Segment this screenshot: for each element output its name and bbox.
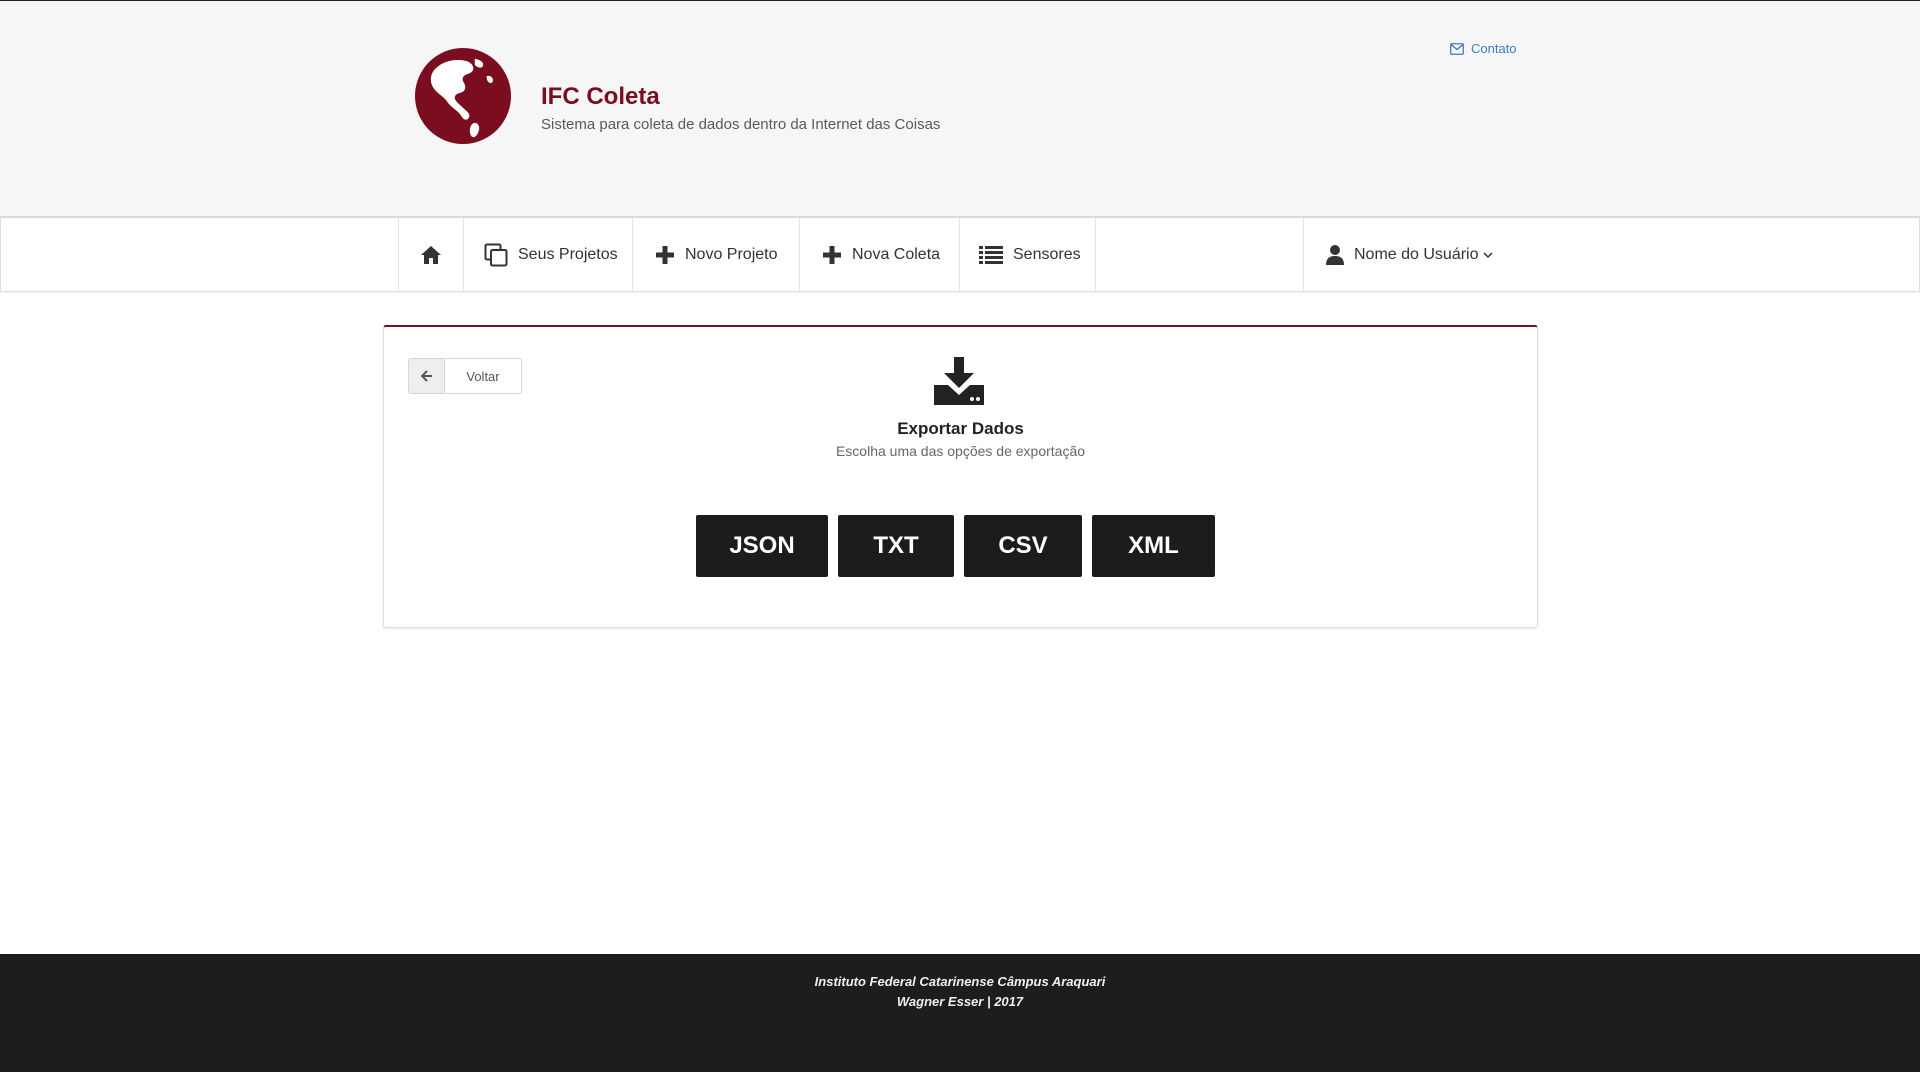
home-icon bbox=[421, 245, 441, 264]
nav-seus-projetos[interactable]: Seus Projetos bbox=[463, 218, 632, 291]
site-footer: Instituto Federal Catarinense Câmpus Ara… bbox=[0, 954, 1920, 1072]
format-button-group: JSON TXT CSV XML bbox=[696, 515, 1215, 577]
user-name-label: Nome do Usuário bbox=[1354, 245, 1479, 263]
nav-label: Sensores bbox=[1013, 245, 1081, 263]
export-title: Exportar Dados bbox=[897, 419, 1024, 438]
globe-logo-icon bbox=[414, 47, 512, 145]
list-icon bbox=[979, 245, 1003, 264]
chevron-down-icon bbox=[1482, 251, 1493, 258]
nav-label: Seus Projetos bbox=[518, 245, 618, 263]
plus-icon bbox=[656, 245, 674, 264]
export-card: Voltar Exportar Dados Escolha uma das op… bbox=[383, 325, 1538, 628]
envelope-icon bbox=[1450, 42, 1464, 55]
arrow-left-icon bbox=[420, 370, 432, 382]
nav-novo-projeto[interactable]: Novo Projeto bbox=[632, 218, 799, 291]
nav-user-menu[interactable]: Nome do Usuário bbox=[1303, 218, 1503, 291]
nav-label: Novo Projeto bbox=[685, 245, 778, 263]
copy-icon bbox=[484, 243, 508, 266]
footer-institution: Instituto Federal Catarinense Câmpus Ara… bbox=[814, 974, 1106, 989]
back-button[interactable]: Voltar bbox=[408, 358, 522, 394]
plus-icon bbox=[823, 245, 841, 264]
csv-button[interactable]: CSV bbox=[964, 515, 1082, 577]
contact-link[interactable]: Contato bbox=[1450, 41, 1517, 56]
site-header: IFC Coleta Sistema para coleta de dados … bbox=[0, 1, 1920, 217]
nav-label: Nova Coleta bbox=[852, 245, 941, 263]
nav-divider bbox=[1095, 218, 1096, 291]
contact-label: Contato bbox=[1471, 41, 1517, 56]
bottom-strip bbox=[0, 1072, 1920, 1080]
nav-home[interactable] bbox=[398, 218, 463, 291]
nav-nova-coleta[interactable]: Nova Coleta bbox=[799, 218, 959, 291]
main-nav: Seus Projetos Novo Projeto Nova Coleta S… bbox=[0, 217, 1920, 292]
export-subtitle: Escolha uma das opções de exportação bbox=[835, 443, 1086, 459]
nav-sensores[interactable]: Sensores bbox=[959, 218, 1095, 291]
xml-button[interactable]: XML bbox=[1092, 515, 1215, 577]
user-icon bbox=[1326, 244, 1344, 265]
back-label: Voltar bbox=[466, 368, 500, 384]
back-arrow-box bbox=[409, 359, 445, 393]
site-title: IFC Coleta bbox=[541, 83, 660, 110]
footer-author: Wagner Esser | 2017 bbox=[896, 994, 1024, 1009]
txt-button[interactable]: TXT bbox=[838, 515, 954, 577]
download-icon bbox=[934, 357, 984, 405]
json-button[interactable]: JSON bbox=[696, 515, 828, 577]
site-subtitle: Sistema para coleta de dados dentro da I… bbox=[541, 116, 941, 133]
